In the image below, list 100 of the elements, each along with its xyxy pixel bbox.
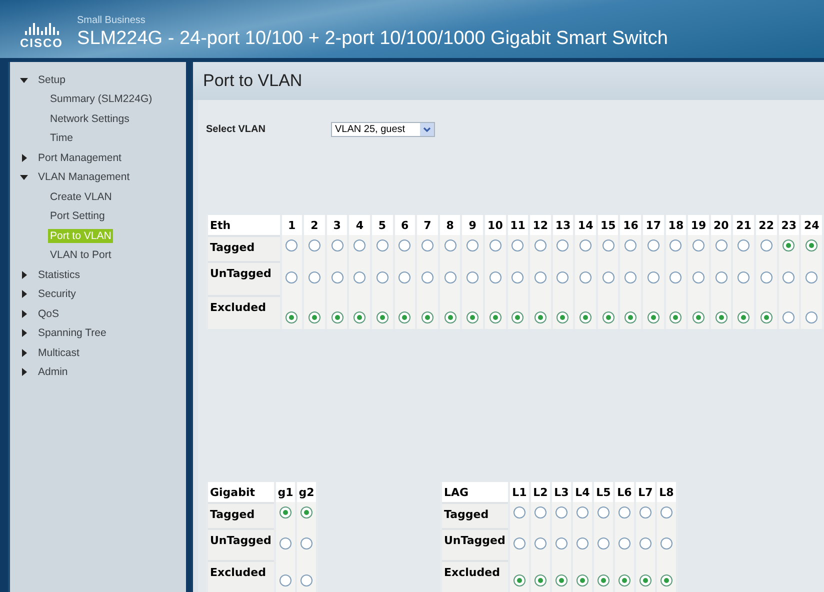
- radio-button[interactable]: [556, 271, 570, 284]
- radio-button[interactable]: [398, 239, 412, 252]
- nav-item[interactable]: Port Setting: [48, 209, 107, 224]
- radio-button[interactable]: [511, 311, 524, 324]
- radio-button[interactable]: [488, 311, 502, 324]
- radio-button[interactable]: [782, 239, 796, 252]
- radio-button[interactable]: [279, 574, 292, 588]
- radio-button[interactable]: [737, 311, 750, 324]
- radio-button[interactable]: [737, 271, 750, 284]
- radio-button[interactable]: [760, 239, 773, 252]
- nav-item[interactable]: Summary (SLM224G): [48, 92, 154, 106]
- radio-button[interactable]: [330, 311, 344, 324]
- radio-button[interactable]: [576, 506, 589, 520]
- radio-button[interactable]: [576, 574, 589, 588]
- radio-button[interactable]: [660, 506, 673, 520]
- radio-button[interactable]: [279, 506, 292, 520]
- caret-right-icon[interactable]: [20, 290, 28, 298]
- radio-button[interactable]: [579, 271, 592, 284]
- radio-button[interactable]: [534, 311, 547, 324]
- radio-button[interactable]: [618, 537, 631, 550]
- radio-button[interactable]: [624, 311, 638, 324]
- radio-button[interactable]: [660, 537, 673, 550]
- radio-button[interactable]: [618, 574, 631, 588]
- nav-item[interactable]: Statistics: [36, 268, 82, 282]
- radio-button[interactable]: [624, 271, 638, 284]
- radio-button[interactable]: [466, 239, 480, 252]
- radio-button[interactable]: [760, 311, 773, 324]
- nav-item[interactable]: VLAN to Port: [48, 248, 114, 262]
- caret-down-icon[interactable]: [20, 173, 28, 182]
- radio-button[interactable]: [555, 537, 568, 550]
- radio-button[interactable]: [534, 537, 547, 550]
- nav-item[interactable]: Setup: [36, 72, 68, 87]
- radio-button[interactable]: [646, 271, 660, 284]
- radio-button[interactable]: [300, 506, 313, 520]
- radio-button[interactable]: [308, 311, 321, 324]
- radio-button[interactable]: [444, 271, 457, 284]
- radio-button[interactable]: [534, 239, 547, 252]
- nav-item[interactable]: Time: [48, 131, 75, 146]
- nav-item[interactable]: Admin: [36, 365, 70, 380]
- radio-button[interactable]: [782, 311, 796, 324]
- caret-right-icon[interactable]: [20, 154, 28, 162]
- radio-button[interactable]: [692, 311, 706, 324]
- radio-button[interactable]: [646, 239, 660, 252]
- radio-button[interactable]: [398, 271, 412, 284]
- radio-button[interactable]: [602, 311, 615, 324]
- caret-right-icon[interactable]: [20, 368, 28, 376]
- radio-button[interactable]: [669, 271, 682, 284]
- radio-button[interactable]: [602, 271, 615, 284]
- radio-button[interactable]: [579, 311, 592, 324]
- radio-button[interactable]: [444, 239, 457, 252]
- radio-button[interactable]: [692, 271, 706, 284]
- radio-button[interactable]: [714, 311, 728, 324]
- radio-button[interactable]: [330, 271, 344, 284]
- radio-button[interactable]: [513, 574, 526, 588]
- radio-button[interactable]: [285, 271, 298, 284]
- radio-button[interactable]: [534, 271, 547, 284]
- radio-button[interactable]: [555, 574, 568, 588]
- radio-button[interactable]: [692, 239, 706, 252]
- radio-button[interactable]: [513, 537, 526, 550]
- radio-button[interactable]: [597, 506, 610, 520]
- radio-button[interactable]: [556, 239, 570, 252]
- radio-button[interactable]: [556, 311, 570, 324]
- radio-button[interactable]: [376, 239, 389, 252]
- radio-button[interactable]: [639, 574, 652, 588]
- caret-right-icon[interactable]: [20, 329, 28, 338]
- radio-button[interactable]: [398, 311, 412, 324]
- nav-item[interactable]: Security: [36, 287, 78, 302]
- radio-button[interactable]: [353, 271, 366, 284]
- radio-button[interactable]: [805, 311, 818, 324]
- radio-button[interactable]: [624, 239, 638, 252]
- radio-button[interactable]: [308, 271, 321, 284]
- radio-button[interactable]: [534, 506, 547, 520]
- radio-button[interactable]: [805, 271, 818, 284]
- nav-item[interactable]: Port Management: [36, 150, 124, 165]
- radio-button[interactable]: [513, 506, 526, 520]
- radio-button[interactable]: [308, 239, 321, 252]
- radio-button[interactable]: [760, 271, 773, 284]
- radio-button[interactable]: [597, 537, 610, 550]
- caret-right-icon[interactable]: [20, 310, 28, 318]
- radio-button[interactable]: [579, 239, 592, 252]
- radio-button[interactable]: [444, 311, 457, 324]
- radio-button[interactable]: [279, 537, 292, 550]
- radio-button[interactable]: [597, 574, 610, 588]
- radio-button[interactable]: [376, 271, 389, 284]
- radio-button[interactable]: [737, 239, 750, 252]
- radio-button[interactable]: [639, 537, 652, 550]
- radio-button[interactable]: [782, 271, 796, 284]
- radio-button[interactable]: [669, 239, 682, 252]
- radio-button[interactable]: [660, 574, 673, 588]
- nav-item[interactable]: Network Settings: [48, 112, 132, 126]
- radio-button[interactable]: [376, 311, 389, 324]
- radio-button[interactable]: [420, 239, 434, 252]
- radio-button[interactable]: [714, 239, 728, 252]
- nav-item[interactable]: Multicast: [36, 346, 82, 360]
- radio-button[interactable]: [618, 506, 631, 520]
- radio-button[interactable]: [420, 311, 434, 324]
- radio-button[interactable]: [300, 574, 313, 588]
- radio-button[interactable]: [646, 311, 660, 324]
- radio-button[interactable]: [285, 239, 298, 252]
- nav-item[interactable]: Create VLAN: [48, 190, 114, 204]
